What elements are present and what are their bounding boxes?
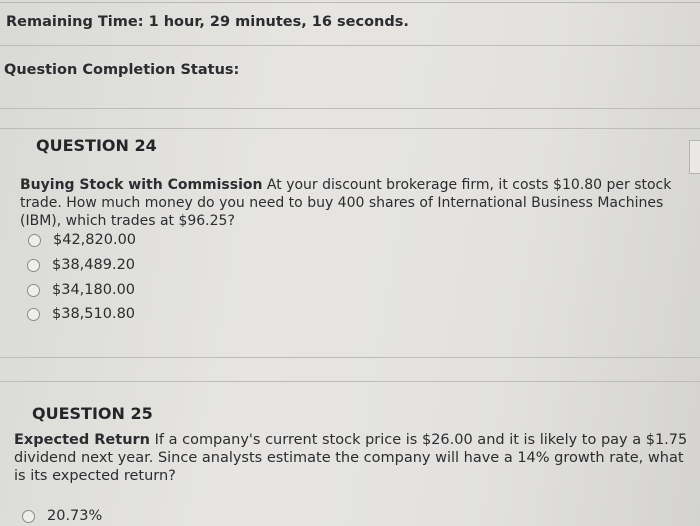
radio-button[interactable] [27, 258, 40, 272]
divider [0, 128, 700, 129]
radio-button[interactable] [22, 509, 35, 523]
question-topic: Buying Stock with Commission [20, 177, 263, 193]
answer-option[interactable]: 20.73% [22, 505, 102, 526]
assessment-page: Remaining Time: 1 hour, 29 minutes, 16 s… [0, 0, 700, 526]
remaining-time: Remaining Time: 1 hour, 29 minutes, 16 s… [6, 14, 409, 30]
divider [0, 45, 700, 46]
completion-status-label: Question Completion Status: [4, 62, 240, 78]
radio-button[interactable] [27, 307, 40, 321]
top-divider [0, 2, 700, 3]
answer-label: $38,489.20 [52, 257, 136, 273]
radio-button[interactable] [28, 233, 41, 247]
divider [0, 381, 700, 382]
answer-option[interactable]: $34,180.00 [27, 279, 135, 301]
radio-button[interactable] [27, 283, 40, 297]
divider [0, 357, 700, 358]
question-points-box [689, 140, 700, 174]
question-text: Buying Stock with Commission At your dis… [20, 176, 692, 230]
timer-value: 1 hour, 29 minutes, 16 seconds. [148, 14, 409, 30]
timer-label: Remaining Time: [6, 14, 144, 30]
answer-label: 20.73% [47, 508, 103, 524]
answer-label: $34,180.00 [52, 282, 136, 298]
answer-option[interactable]: $38,489.20 [27, 254, 135, 276]
question-text: Expected Return If a company's current s… [14, 431, 698, 485]
divider [0, 108, 700, 109]
question-topic: Expected Return [14, 432, 150, 448]
question-title: QUESTION 24 [36, 136, 157, 155]
answer-label: $42,820.00 [53, 232, 137, 248]
answer-option[interactable]: $42,820.00 [28, 229, 136, 251]
question-title: QUESTION 25 [32, 404, 153, 423]
answer-label: $38,510.80 [52, 306, 136, 322]
answer-option[interactable]: $38,510.80 [27, 303, 135, 325]
